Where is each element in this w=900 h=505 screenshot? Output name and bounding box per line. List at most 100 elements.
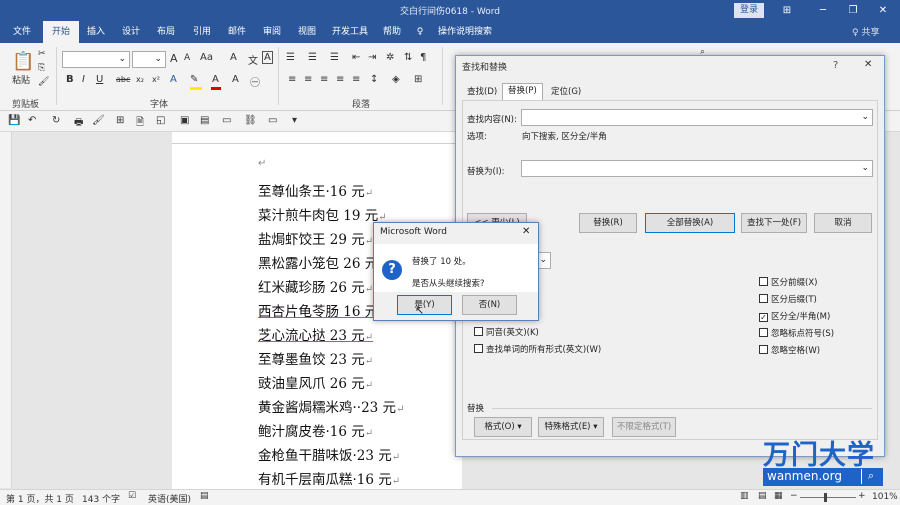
shape-icon[interactable]: ◱ <box>156 115 165 126</box>
checkbox-box[interactable] <box>474 327 483 336</box>
close-button[interactable]: ✕ <box>868 2 898 19</box>
checkmark-icon[interactable]: ✓ <box>759 313 768 322</box>
doc-line[interactable]: 盐焗虾饺王 29 元↵ <box>258 228 373 248</box>
maximize-button[interactable]: ❐ <box>838 2 868 19</box>
print-icon[interactable]: 🖶 <box>74 115 83 132</box>
match-suffix-checkbox[interactable]: 区分后缀(T) <box>759 293 817 305</box>
replace-button[interactable]: 替换(R) <box>579 213 637 233</box>
minimize-button[interactable]: ─ <box>808 2 838 19</box>
comment-icon[interactable]: ▭ <box>268 115 277 126</box>
tab-mailings[interactable]: 邮件 <box>221 21 253 43</box>
doc-line[interactable]: 至尊仙条王·16 元↵ <box>258 180 373 200</box>
highlight-icon[interactable]: ✎ <box>190 74 198 85</box>
link-icon[interactable]: ⛓ <box>244 115 257 126</box>
enclose-char-icon[interactable]: ㊀ <box>250 74 260 89</box>
tab-review[interactable]: 审阅 <box>256 21 288 43</box>
print-layout-icon[interactable]: ▤ <box>758 491 767 501</box>
bold-button[interactable]: B <box>66 74 74 85</box>
tab-help[interactable]: 帮助 <box>376 21 408 43</box>
help-button[interactable]: ? <box>833 60 838 71</box>
clear-format-icon[interactable]: A <box>230 52 237 63</box>
underline-button[interactable]: U <box>96 74 103 85</box>
change-case-icon[interactable]: Aa <box>200 52 213 63</box>
chevron-down-icon[interactable]: ⌄ <box>861 112 869 122</box>
tab-replace[interactable]: 替换(P) <box>502 83 543 101</box>
borders-icon[interactable]: ⊞ <box>414 74 422 85</box>
web-layout-icon[interactable]: ▦ <box>774 491 783 501</box>
dialog-close-button[interactable]: ✕ <box>864 59 872 70</box>
doc-line[interactable]: 芝心流心挞 23 元↵ <box>258 324 373 344</box>
proofing-icon[interactable]: ☑ <box>128 491 136 501</box>
tab-find[interactable]: 查找(D) <box>462 85 502 100</box>
numbering-icon[interactable]: ☰ <box>308 52 317 63</box>
align-left-icon[interactable]: ≡ <box>288 74 296 85</box>
doc-line[interactable]: 菜汁煎牛肉包 19 元↵ <box>258 204 387 224</box>
zoom-level[interactable]: 101% <box>872 492 898 502</box>
zoom-slider[interactable] <box>800 497 856 498</box>
cut-icon[interactable]: ✂ <box>38 49 46 59</box>
doc-line[interactable]: 黑松露小笼包 26 元↵ <box>258 252 387 272</box>
vertical-ruler[interactable] <box>0 132 12 488</box>
page-count[interactable]: 第 1 页，共 1 页 <box>6 492 74 505</box>
cancel-button[interactable]: 取消 <box>814 213 872 233</box>
font-color-button[interactable]: A <box>212 74 219 85</box>
format-button[interactable]: 格式(O) ▾ <box>474 417 532 437</box>
horizontal-ruler[interactable] <box>172 132 462 144</box>
format-painter-icon[interactable]: 🖌 <box>38 77 49 87</box>
ignore-space-checkbox[interactable]: 忽略空格(W) <box>759 344 820 356</box>
table-icon[interactable]: ⊞ <box>116 115 124 126</box>
yes-button[interactable]: 是(Y) <box>397 295 452 315</box>
chevron-down-icon[interactable]: ⌄ <box>861 163 869 173</box>
tab-developer[interactable]: 开发工具 <box>328 21 372 43</box>
ignore-punctuation-checkbox[interactable]: 忽略标点符号(S) <box>759 327 834 339</box>
shrink-font-button[interactable]: A <box>184 53 190 63</box>
zoom-out-button[interactable]: − <box>790 491 798 501</box>
doc-line[interactable]: 至尊墨鱼饺 23 元↵ <box>258 348 373 368</box>
sounds-like-checkbox[interactable]: 同音(英文)(K) <box>474 326 539 338</box>
macro-icon[interactable]: ▤ <box>200 491 209 501</box>
replace-all-button[interactable]: 全部替换(A) <box>645 213 735 233</box>
match-prefix-checkbox[interactable]: 区分前缀(X) <box>759 276 817 288</box>
tell-me-search[interactable]: 操作说明搜索 <box>432 21 498 43</box>
zoom-in-button[interactable]: + <box>858 491 866 501</box>
doc-line[interactable]: 西杏片龟苓肠 16 元↵ <box>258 300 387 320</box>
superscript-button[interactable]: x² <box>152 75 160 84</box>
no-button[interactable]: 否(N) <box>462 295 517 315</box>
increase-indent-icon[interactable]: ⇥ <box>368 52 376 63</box>
paste-button[interactable]: 粘贴 <box>12 73 30 86</box>
redo-icon[interactable]: ↻ <box>52 115 60 126</box>
language-indicator[interactable]: 英语(美国) <box>148 492 191 505</box>
tab-layout[interactable]: 布局 <box>150 21 182 43</box>
doc-line[interactable]: 黄金酱焗糯米鸡··23 元↵ <box>258 396 404 416</box>
save-icon[interactable]: 💾 <box>8 115 20 126</box>
font-name-select[interactable]: ⌄ <box>62 51 130 68</box>
brush-icon[interactable]: 🖌 <box>92 115 105 126</box>
doc-line[interactable]: 金枪鱼干腊味饭·23 元↵ <box>258 444 400 464</box>
textbox-icon[interactable]: ▭ <box>222 115 231 126</box>
login-button[interactable]: 登录 <box>734 3 764 18</box>
tab-insert[interactable]: 插入 <box>80 21 112 43</box>
zoom-slider-thumb[interactable] <box>824 493 827 502</box>
bullets-icon[interactable]: ☰ <box>286 52 295 63</box>
char-border-icon[interactable]: A <box>262 51 273 64</box>
tab-view[interactable]: 视图 <box>291 21 323 43</box>
distribute-icon[interactable]: ≡ <box>352 74 360 85</box>
find-next-button[interactable]: 查找下一处(F) <box>741 213 807 233</box>
grow-font-button[interactable]: A <box>170 52 178 65</box>
italic-button[interactable]: I <box>82 74 85 85</box>
doc-line[interactable]: 红米藏珍肠 26 元↵ <box>258 276 373 296</box>
sort-icon[interactable]: ⇅ <box>404 52 412 63</box>
decrease-indent-icon[interactable]: ⇤ <box>352 52 360 63</box>
checkbox-box[interactable] <box>759 345 768 354</box>
checkbox-box[interactable] <box>474 344 483 353</box>
chinese-layout-icon[interactable]: ✲ <box>386 52 394 63</box>
tab-home[interactable]: 开始 <box>43 21 79 43</box>
doc-line[interactable]: 鲍汁腐皮卷·16 元↵ <box>258 420 373 440</box>
show-marks-icon[interactable]: ¶ <box>420 52 426 63</box>
tab-design[interactable]: 设计 <box>115 21 147 43</box>
match-width-checkbox[interactable]: ✓ 区分全/半角(M) <box>759 310 830 322</box>
word-count[interactable]: 143 个字 <box>82 492 120 505</box>
read-mode-icon[interactable]: ▥ <box>740 491 749 501</box>
picture-icon[interactable]: ▣ <box>180 115 189 126</box>
checkbox-box[interactable] <box>759 277 768 286</box>
